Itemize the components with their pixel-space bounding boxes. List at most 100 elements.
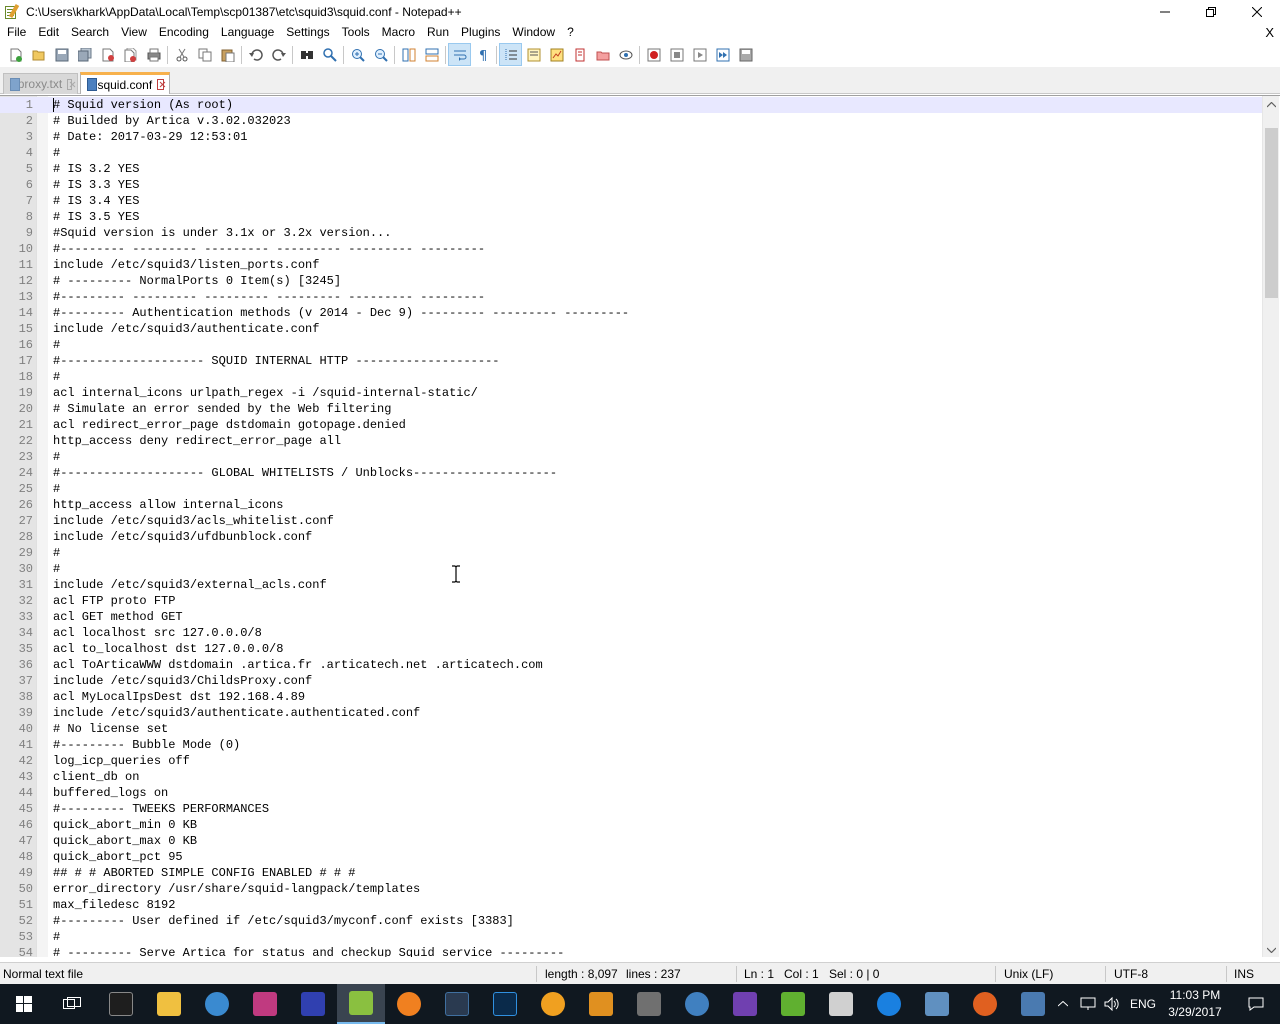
document-map-button[interactable] [545, 43, 568, 66]
menu-help[interactable]: ? [561, 23, 580, 42]
line-text[interactable]: quick_abort_min 0 KB [53, 817, 197, 833]
menu-view[interactable]: View [115, 23, 153, 42]
close-window-button[interactable] [1234, 0, 1280, 23]
vertical-scrollbar[interactable] [1262, 96, 1279, 957]
scrollbar-thumb[interactable] [1265, 128, 1278, 298]
code-line[interactable]: 2 # Builded by Artica v.3.02.032023 [0, 113, 1262, 129]
line-text[interactable]: # [53, 481, 60, 497]
taskbar-firefox[interactable] [961, 984, 1009, 1024]
print-button[interactable] [142, 43, 165, 66]
line-text[interactable]: error_directory /usr/share/squid-langpac… [53, 881, 420, 897]
sync-horizontal-button[interactable] [420, 43, 443, 66]
taskbar-notepad-plus-plus[interactable] [337, 984, 385, 1024]
clock[interactable]: 11:03 PM 3/29/2017 [1160, 987, 1230, 1021]
line-text[interactable]: # [53, 545, 60, 561]
close-tab-icon[interactable] [67, 78, 72, 90]
line-text[interactable]: #Squid version is under 3.1x or 3.2x ver… [53, 225, 391, 241]
taskbar-app-9[interactable] [913, 984, 961, 1024]
code-line[interactable]: 35 acl to_localhost dst 127.0.0.0/8 [0, 641, 1262, 657]
code-line[interactable]: 32 acl FTP proto FTP [0, 593, 1262, 609]
folder-as-workspace-button[interactable] [568, 43, 591, 66]
taskbar-app-3[interactable] [289, 984, 337, 1024]
taskbar-app-7[interactable] [673, 984, 721, 1024]
tab-proxy-txt[interactable]: proxy.txt [3, 73, 78, 94]
line-text[interactable]: #-------------------- GLOBAL WHITELISTS … [53, 465, 557, 481]
word-wrap-button[interactable] [448, 43, 471, 66]
line-text[interactable]: quick_abort_pct 95 [53, 849, 183, 865]
line-text[interactable]: acl ToArticaWWW dstdomain .artica.fr .ar… [53, 657, 543, 673]
line-text[interactable]: # Simulate an error sended by the Web fi… [53, 401, 391, 417]
menu-file[interactable]: File [0, 23, 32, 42]
code-line[interactable]: 15 include /etc/squid3/authenticate.conf [0, 321, 1262, 337]
code-line[interactable]: 53 # [0, 929, 1262, 945]
restore-button[interactable] [1188, 0, 1234, 23]
line-text[interactable]: #--------- --------- --------- ---------… [53, 241, 485, 257]
eye-button[interactable] [614, 43, 637, 66]
close-file-button[interactable] [96, 43, 119, 66]
code-line[interactable]: 21 acl redirect_error_page dstdomain goto… [0, 417, 1262, 433]
menu-macro[interactable]: Macro [376, 23, 421, 42]
line-text[interactable]: #--------- --------- --------- ---------… [53, 289, 485, 305]
minimize-button[interactable] [1142, 0, 1188, 23]
line-text[interactable]: # [53, 337, 60, 353]
code-line[interactable]: 24 #-------------------- GLOBAL WHITELIST… [0, 465, 1262, 481]
code-line[interactable]: 4 # [0, 145, 1262, 161]
code-line[interactable]: 41 #--------- Bubble Mode (0) [0, 737, 1262, 753]
line-text[interactable]: buffered_logs on [53, 785, 168, 801]
code-line[interactable]: 12 # --------- NormalPorts 0 Item(s) [324… [0, 273, 1262, 289]
line-text[interactable]: # [53, 369, 60, 385]
line-text[interactable]: # IS 3.5 YES [53, 209, 139, 225]
code-line[interactable]: 46 quick_abort_min 0 KB [0, 817, 1262, 833]
show-all-characters-button[interactable]: ¶ [471, 43, 494, 66]
paste-button[interactable] [216, 43, 239, 66]
line-text[interactable]: acl to_localhost dst 127.0.0.0/8 [53, 641, 283, 657]
input-language[interactable]: ENG [1130, 997, 1156, 1011]
taskbar-app-8[interactable] [769, 984, 817, 1024]
code-line[interactable]: 20 # Simulate an error sended by the Web … [0, 401, 1262, 417]
code-line[interactable]: 52 #--------- User defined if /etc/squid3… [0, 913, 1262, 929]
taskbar-app-4[interactable] [529, 984, 577, 1024]
volume-icon[interactable] [1104, 997, 1120, 1011]
line-text[interactable]: include /etc/squid3/ufdbunblock.conf [53, 529, 312, 545]
line-text[interactable]: # [53, 561, 60, 577]
code-line[interactable]: 13 #--------- --------- --------- -------… [0, 289, 1262, 305]
line-text[interactable]: max_filedesc 8192 [53, 897, 175, 913]
taskbar-teamviewer[interactable] [865, 984, 913, 1024]
text-editor[interactable]: 1 # Squid version (As root) 2 # Builded by … [0, 95, 1280, 957]
save-all-button[interactable] [73, 43, 96, 66]
code-line[interactable]: 3 # Date: 2017-03-29 12:53:01 [0, 129, 1262, 145]
taskbar-calendar[interactable] [817, 984, 865, 1024]
line-text[interactable]: acl localhost src 127.0.0.0/8 [53, 625, 262, 641]
copy-button[interactable] [193, 43, 216, 66]
line-text[interactable]: acl redirect_error_page dstdomain gotopa… [53, 417, 406, 433]
code-line[interactable]: 11 include /etc/squid3/listen_ports.conf [0, 257, 1262, 273]
code-line[interactable]: 34 acl localhost src 127.0.0.0/8 [0, 625, 1262, 641]
line-text[interactable]: # Squid version (As root) [53, 97, 233, 113]
menu-window[interactable]: Window [506, 23, 561, 42]
zoom-out-button[interactable] [369, 43, 392, 66]
open-file-button[interactable] [27, 43, 50, 66]
code-line[interactable]: 26 http_access allow internal_icons [0, 497, 1262, 513]
taskbar-app-6[interactable] [625, 984, 673, 1024]
menu-edit[interactable]: Edit [32, 23, 65, 42]
code-line[interactable]: 1 # Squid version (As root) [0, 97, 1262, 113]
line-text[interactable]: acl GET method GET [53, 609, 183, 625]
zoom-in-button[interactable] [346, 43, 369, 66]
code-line[interactable]: 39 include /etc/squid3/authenticate.authe… [0, 705, 1262, 721]
line-text[interactable]: client_db on [53, 769, 139, 785]
code-line[interactable]: 43 client_db on [0, 769, 1262, 785]
line-text[interactable]: log_icp_queries off [53, 753, 190, 769]
line-text[interactable]: # No license set [53, 721, 168, 737]
code-line[interactable]: 8 # IS 3.5 YES [0, 209, 1262, 225]
line-text[interactable]: include /etc/squid3/acls_whitelist.conf [53, 513, 334, 529]
taskbar-app-10[interactable] [1009, 984, 1057, 1024]
code-line[interactable]: 14 #--------- Authentication methods (v 2… [0, 305, 1262, 321]
line-text[interactable]: quick_abort_max 0 KB [53, 833, 197, 849]
taskbar-visual-studio[interactable] [721, 984, 769, 1024]
scroll-down-arrow[interactable] [1263, 941, 1280, 957]
code-line[interactable]: 25 # [0, 481, 1262, 497]
taskbar-rstudio[interactable] [433, 984, 481, 1024]
code-line[interactable]: 19 acl internal_icons urlpath_regex -i /s… [0, 385, 1262, 401]
line-text[interactable]: acl MyLocalIpsDest dst 192.168.4.89 [53, 689, 305, 705]
save-macro-button[interactable] [734, 43, 757, 66]
